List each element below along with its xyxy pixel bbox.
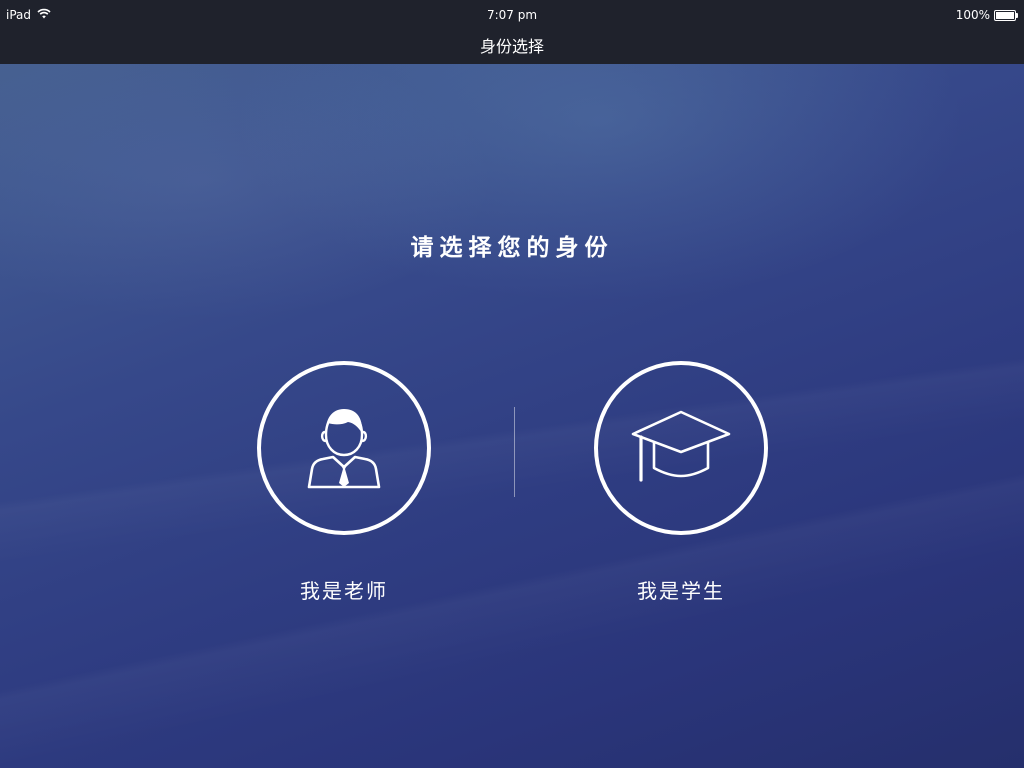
background-texture bbox=[0, 0, 1024, 768]
role-selection-screen: iPad 7:07 pm 100% 身份选择 请选择您的身份 我是老师 我是学生 bbox=[0, 0, 1024, 768]
status-time: 7:07 pm bbox=[486, 8, 538, 22]
battery-fill bbox=[996, 11, 1014, 19]
role-divider bbox=[514, 407, 515, 497]
nav-bar: 身份选择 bbox=[0, 30, 1024, 64]
battery-icon bbox=[994, 9, 1018, 21]
teacher-role-label[interactable]: 我是老师 bbox=[257, 575, 431, 604]
student-role-circle[interactable] bbox=[594, 361, 768, 535]
student-role-label[interactable]: 我是学生 bbox=[594, 575, 768, 604]
teacher-role-circle[interactable] bbox=[257, 361, 431, 535]
status-bar: iPad 7:07 pm 100% bbox=[0, 0, 1024, 30]
battery-percent: 100% bbox=[955, 8, 990, 22]
nav-title: 身份选择 bbox=[479, 37, 544, 56]
teacher-role-button[interactable]: 我是老师 bbox=[257, 361, 431, 604]
graduation-cap-icon bbox=[631, 410, 731, 482]
select-identity-prompt: 请选择您的身份 bbox=[410, 235, 614, 261]
student-role-button[interactable]: 我是学生 bbox=[594, 361, 768, 604]
teacher-icon bbox=[307, 409, 381, 489]
status-right: 100% bbox=[955, 8, 1018, 22]
